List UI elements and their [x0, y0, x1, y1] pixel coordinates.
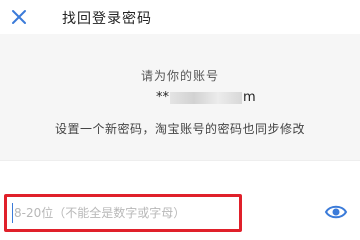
masked-account: ** m: [156, 90, 256, 105]
account-prompt: 请为你的账号: [140, 69, 219, 83]
new-password-row: [0, 194, 360, 238]
close-button[interactable]: [8, 6, 30, 28]
account-mask: [170, 91, 242, 104]
top-bar: 找回登录密码: [0, 0, 360, 34]
account-suffix: m: [243, 90, 256, 105]
instruction-text: 设置一个新密码，淘宝账号的密码也同步修改: [54, 122, 305, 136]
page-title: 找回登录密码: [62, 11, 152, 27]
new-password-input[interactable]: [14, 203, 234, 223]
text-caret: [12, 203, 13, 223]
toggle-visibility-button[interactable]: [324, 203, 348, 221]
divider: [0, 160, 360, 161]
eye-icon: [324, 205, 348, 219]
account-prefix: **: [156, 90, 169, 105]
info-panel: 请为你的账号 ** m 设置一个新密码，淘宝账号的密码也同步修改: [0, 34, 360, 160]
close-icon: [12, 10, 26, 24]
